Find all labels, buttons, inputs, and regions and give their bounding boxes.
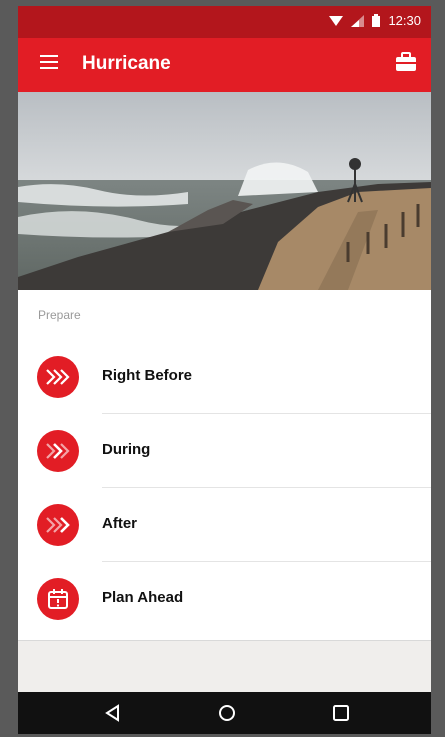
section-label: Prepare <box>38 308 81 322</box>
chevron-arrows-icon <box>37 430 79 472</box>
home-icon[interactable] <box>217 703 237 723</box>
list-item-label: Plan Ahead <box>102 589 184 606</box>
list-item-label: During <box>102 441 151 458</box>
emergency-kit-icon[interactable] <box>395 51 417 73</box>
navigation-bar <box>18 692 431 734</box>
list-item-right-before[interactable]: Right Before <box>18 340 431 414</box>
list-item-label: After <box>102 515 138 532</box>
list-item-plan-ahead[interactable]: Plan Ahead <box>18 562 431 636</box>
battery-icon <box>372 14 381 27</box>
page-title: Hurricane <box>82 53 171 74</box>
prepare-card: Prepare Right Before During After Plan A… <box>18 290 431 640</box>
back-icon[interactable] <box>103 703 123 723</box>
calendar-icon <box>37 578 79 620</box>
hero-image <box>18 92 431 290</box>
app-bar: Hurricane <box>18 38 431 92</box>
menu-icon[interactable] <box>40 55 58 69</box>
phone-screen: 12:30 Hurricane Prepare Right Before Dur… <box>18 6 431 734</box>
chevron-arrows-icon <box>37 504 79 546</box>
footer-area <box>18 640 431 693</box>
cell-signal-icon <box>351 14 365 27</box>
chevron-arrows-icon <box>37 356 79 398</box>
list-item-label: Right Before <box>102 367 192 384</box>
list-item-during[interactable]: During <box>18 414 431 488</box>
list-item-after[interactable]: After <box>18 488 431 562</box>
status-bar: 12:30 <box>18 6 431 38</box>
status-time: 12:30 <box>388 13 421 28</box>
wifi-icon <box>329 15 344 26</box>
recents-icon[interactable] <box>331 703 351 723</box>
